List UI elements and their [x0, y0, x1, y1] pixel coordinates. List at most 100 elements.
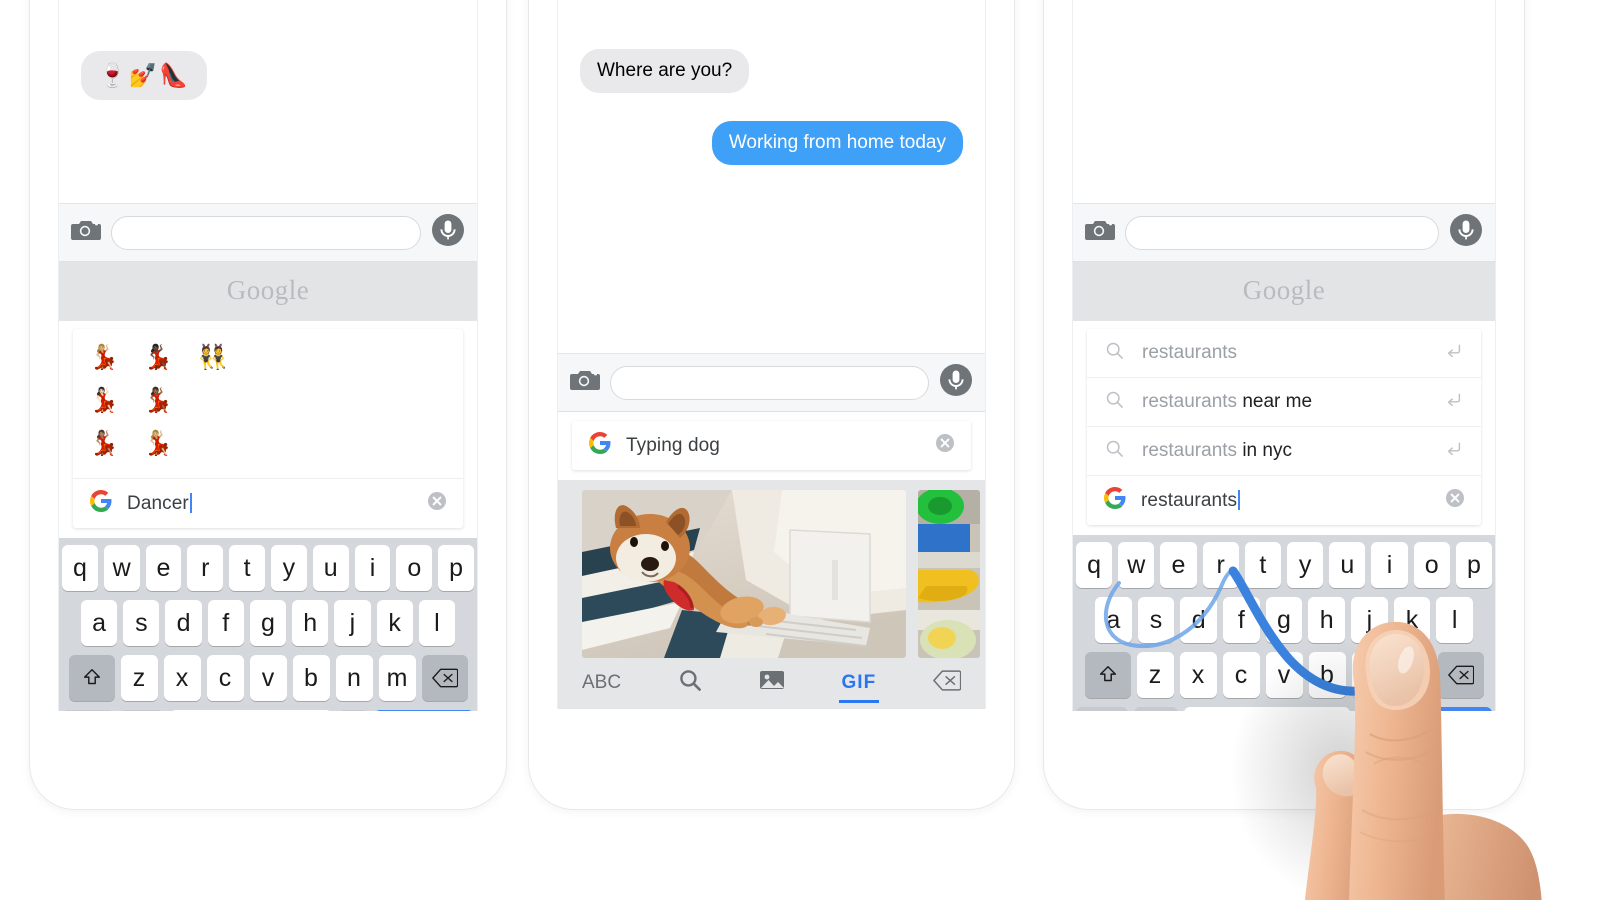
emoji-result[interactable]: 👯 — [198, 344, 228, 371]
emoji-result[interactable]: 💃🏼 — [143, 430, 173, 457]
globe-icon[interactable] — [120, 710, 164, 711]
key-q[interactable]: q — [1075, 542, 1113, 588]
key-r[interactable]: r — [187, 545, 224, 591]
numbers-key[interactable]: 123 — [1076, 707, 1128, 711]
key-m[interactable]: m — [1394, 652, 1432, 698]
key-x[interactable]: x — [163, 655, 201, 701]
key-y[interactable]: y — [271, 545, 307, 591]
p2-search-input[interactable] — [610, 365, 929, 400]
gif-result-item[interactable] — [918, 490, 980, 658]
key-p[interactable]: p — [1455, 542, 1493, 588]
key-x[interactable]: x — [1179, 652, 1217, 698]
mic-icon[interactable] — [431, 213, 465, 252]
emoji-result[interactable]: 💃🏾 — [143, 387, 173, 414]
clear-icon[interactable] — [935, 433, 955, 458]
key-q[interactable]: q — [62, 545, 98, 591]
key-s[interactable]: s — [1137, 597, 1175, 643]
space-key[interactable] — [1184, 707, 1350, 711]
search-icon[interactable] — [678, 668, 702, 697]
key-h[interactable]: h — [1308, 597, 1346, 643]
key-j[interactable]: j — [1351, 597, 1388, 643]
backspace-icon[interactable] — [421, 655, 468, 701]
key-i[interactable]: i — [354, 545, 391, 591]
key-n[interactable]: n — [1351, 652, 1389, 698]
image-icon[interactable] — [759, 669, 785, 696]
p1-query-row[interactable]: Dancer — [73, 478, 463, 528]
period-key[interactable]: . — [1356, 707, 1386, 711]
key-y[interactable]: y — [1287, 542, 1324, 588]
key-b[interactable]: b — [1308, 652, 1346, 698]
shift-icon[interactable] — [68, 655, 115, 701]
key-w[interactable]: w — [103, 545, 140, 591]
search-action-key[interactable]: Search — [1392, 707, 1492, 711]
clear-icon[interactable] — [427, 491, 447, 516]
emoji-result[interactable]: 💃🏿 — [143, 344, 173, 371]
suggestion-row[interactable]: restaurants — [1087, 329, 1481, 378]
emoji-result[interactable]: 💃🏻 — [89, 387, 119, 414]
mic-icon[interactable] — [939, 363, 973, 402]
key-p[interactable]: p — [438, 545, 474, 591]
numbers-key[interactable]: 123 — [62, 710, 114, 711]
space-key[interactable] — [170, 710, 332, 711]
key-i[interactable]: i — [1371, 542, 1408, 588]
key-d[interactable]: d — [1180, 597, 1217, 643]
p2-query-row[interactable]: Typing dog — [572, 421, 971, 470]
key-u[interactable]: u — [1329, 542, 1366, 588]
search-action-key[interactable]: Search — [374, 710, 474, 711]
camera-icon[interactable] — [71, 218, 101, 247]
key-b[interactable]: b — [292, 655, 330, 701]
key-c[interactable]: c — [206, 655, 244, 701]
key-a[interactable]: a — [1094, 597, 1132, 643]
key-a[interactable]: a — [81, 600, 118, 646]
key-f[interactable]: f — [207, 600, 244, 646]
key-v[interactable]: v — [249, 655, 287, 701]
mic-icon[interactable] — [1449, 213, 1483, 252]
key-t[interactable]: t — [1244, 542, 1281, 588]
key-h[interactable]: h — [292, 600, 329, 646]
key-o[interactable]: o — [1413, 542, 1450, 588]
p3-search-input[interactable] — [1125, 215, 1439, 250]
key-c[interactable]: c — [1222, 652, 1260, 698]
arrow-insert-icon[interactable] — [1445, 391, 1463, 414]
suggestion-row[interactable]: restaurants near me — [1087, 378, 1481, 427]
period-key[interactable]: . — [338, 710, 368, 711]
key-u[interactable]: u — [312, 545, 349, 591]
key-v[interactable]: v — [1265, 652, 1303, 698]
arrow-insert-icon[interactable] — [1445, 440, 1463, 463]
key-n[interactable]: n — [335, 655, 373, 701]
key-l[interactable]: l — [1436, 597, 1474, 643]
key-t[interactable]: t — [229, 545, 265, 591]
backspace-icon[interactable] — [933, 669, 962, 696]
backspace-icon[interactable] — [1437, 652, 1484, 698]
key-f[interactable]: f — [1223, 597, 1260, 643]
key-o[interactable]: o — [396, 545, 433, 591]
shift-icon[interactable] — [1084, 652, 1131, 698]
abc-key[interactable]: ABC — [582, 672, 621, 694]
key-j[interactable]: j — [334, 600, 371, 646]
emoji-result[interactable]: 💃🏼 — [89, 344, 119, 371]
key-e[interactable]: e — [145, 545, 182, 591]
p1-search-input[interactable] — [111, 215, 421, 250]
key-e[interactable]: e — [1160, 542, 1197, 588]
key-s[interactable]: s — [123, 600, 160, 646]
clear-icon[interactable] — [1445, 488, 1465, 513]
key-k[interactable]: k — [376, 600, 413, 646]
emoji-result[interactable]: 💃🏽 — [89, 430, 119, 457]
key-z[interactable]: z — [1136, 652, 1174, 698]
gif-tab[interactable]: GIF — [838, 672, 880, 703]
key-z[interactable]: z — [120, 655, 158, 701]
arrow-insert-icon[interactable] — [1445, 342, 1463, 365]
key-d[interactable]: d — [165, 600, 202, 646]
p3-query-row[interactable]: restaurants — [1087, 476, 1481, 525]
key-g[interactable]: g — [249, 600, 287, 646]
camera-icon[interactable] — [1085, 218, 1115, 247]
key-m[interactable]: m — [378, 655, 416, 701]
key-r[interactable]: r — [1202, 542, 1239, 588]
key-w[interactable]: w — [1118, 542, 1155, 588]
gif-result-item[interactable] — [582, 490, 906, 658]
camera-icon[interactable] — [570, 368, 600, 397]
key-k[interactable]: k — [1393, 597, 1431, 643]
key-g[interactable]: g — [1265, 597, 1303, 643]
suggestion-row[interactable]: restaurants in nyc — [1087, 427, 1481, 476]
key-l[interactable]: l — [418, 600, 455, 646]
